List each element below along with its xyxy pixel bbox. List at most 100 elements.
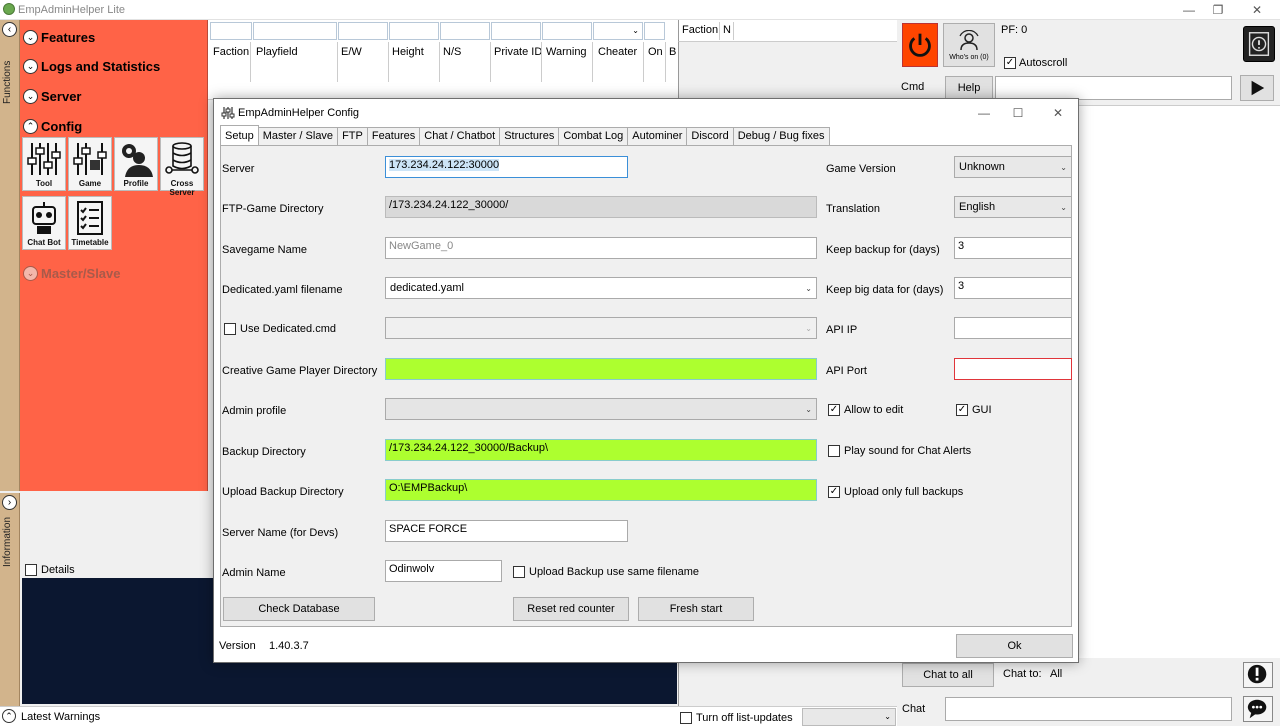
section-features[interactable]: ⌄ Features [23, 27, 95, 47]
section-config[interactable]: ⌃ Config [23, 116, 82, 136]
column-header[interactable]: Warning [546, 46, 587, 58]
tab-master-slave[interactable]: Master / Slave [257, 127, 339, 145]
whos-on-button[interactable]: Who's on (0) [943, 23, 995, 67]
expand-information-icon[interactable]: › [2, 495, 17, 510]
tab-ftp[interactable]: FTP [337, 127, 368, 145]
section-master-slave[interactable]: ⌄ Master/Slave [23, 263, 121, 283]
admin-name-input[interactable]: Odinwolv [385, 560, 502, 582]
dialog-close-button[interactable]: ✕ [1044, 104, 1072, 122]
tab-structures[interactable]: Structures [499, 127, 560, 145]
savegame-input[interactable]: NewGame_0 [385, 237, 817, 259]
functions-tab[interactable]: ‹ Functions [0, 20, 20, 491]
filter-warning-input[interactable] [542, 22, 592, 40]
tab-combat-log[interactable]: Combat Log [558, 127, 629, 145]
minimize-button[interactable]: — [1175, 1, 1203, 19]
column-header[interactable]: E/W [341, 46, 362, 58]
ok-button[interactable]: Ok [956, 634, 1073, 658]
column-header[interactable]: On [648, 46, 663, 58]
game-version-select[interactable]: Unknown ⌄ [954, 156, 1072, 178]
server-input[interactable]: 173.234.24.122:30000 [385, 156, 628, 178]
tab-setup[interactable]: Setup [220, 125, 259, 145]
game-version-label: Game Version [826, 163, 896, 175]
column-header[interactable]: Height [392, 46, 424, 58]
tool-tile[interactable]: Tool [22, 137, 66, 191]
section-logs-statistics[interactable]: ⌄ Logs and Statistics [23, 56, 160, 76]
chevron-up-icon[interactable]: ⌃ [2, 709, 16, 723]
send-command-button[interactable] [1240, 75, 1274, 101]
latest-warnings-label[interactable]: Latest Warnings [21, 711, 100, 723]
column-header[interactable]: N [723, 24, 731, 36]
filter-ew-input[interactable] [338, 22, 388, 40]
chevron-up-icon: ⌃ [23, 118, 38, 134]
fresh-start-button[interactable]: Fresh start [638, 597, 754, 621]
ftp-directory-input[interactable]: /173.234.24.122_30000/ [385, 196, 817, 218]
filter-cheater-select[interactable]: ⌄ [593, 22, 643, 40]
turn-off-updates-checkbox[interactable] [680, 712, 692, 724]
dedicated-cmd-select[interactable]: ⌄ [385, 317, 817, 339]
cross-server-tile[interactable]: Cross Server [160, 137, 204, 197]
filter-privateid-input[interactable] [491, 22, 541, 40]
keep-backup-input[interactable]: 3 [954, 237, 1072, 259]
upload-backup-input[interactable]: O:\EMPBackup\ [385, 479, 817, 501]
power-button[interactable] [902, 23, 938, 67]
tab-autominer[interactable]: Autominer [627, 127, 688, 145]
tab-chat-chatbot[interactable]: Chat / Chatbot [419, 127, 501, 145]
dedicated-yaml-select[interactable]: dedicated.yaml ⌄ [385, 277, 817, 299]
tab-features[interactable]: Features [366, 127, 421, 145]
close-button[interactable]: ✕ [1243, 1, 1271, 19]
dialog-minimize-button[interactable]: — [970, 104, 998, 122]
profile-tile[interactable]: Profile [114, 137, 158, 191]
collapse-functions-icon[interactable]: ‹ [2, 22, 17, 37]
alert-panel-icon [1248, 32, 1270, 56]
allow-edit-checkbox[interactable]: ✓ [828, 404, 840, 416]
api-ip-input[interactable] [954, 317, 1072, 339]
information-tab[interactable]: › Information [0, 493, 20, 706]
translation-select[interactable]: English ⌄ [954, 196, 1072, 218]
chat-bot-tile[interactable]: Chat Bot [22, 196, 66, 250]
column-header[interactable]: Faction [213, 46, 249, 58]
game-tile[interactable]: Game [68, 137, 112, 191]
tab-discord[interactable]: Discord [686, 127, 734, 145]
backup-directory-input[interactable]: /173.234.24.122_30000/Backup\ [385, 439, 817, 461]
check-database-button[interactable]: Check Database [223, 597, 375, 621]
help-button[interactable]: Help [945, 76, 993, 100]
send-chat-button[interactable] [1243, 696, 1273, 722]
play-sound-checkbox[interactable] [828, 445, 840, 457]
use-dedicated-checkbox[interactable] [224, 323, 236, 335]
chat-input[interactable] [945, 697, 1232, 721]
upload-full-backups-checkbox[interactable]: ✓ [828, 486, 840, 498]
filter-on-input[interactable] [644, 22, 665, 40]
timetable-tile[interactable]: Timetable [68, 196, 112, 250]
column-header[interactable]: N/S [443, 46, 461, 58]
restore-button[interactable]: ❐ [1204, 1, 1232, 19]
filter-faction-input[interactable] [210, 22, 252, 40]
command-input[interactable] [995, 76, 1232, 100]
checklist-icon [77, 201, 103, 235]
details-checkbox[interactable] [25, 564, 37, 576]
autoscroll-checkbox[interactable]: ✓ [1004, 57, 1016, 69]
dialog-maximize-button[interactable]: ☐ [1004, 104, 1032, 122]
column-divider [250, 42, 251, 82]
admin-profile-select[interactable]: ⌄ [385, 398, 817, 420]
section-server[interactable]: ⌄ Server [23, 86, 81, 106]
gui-checkbox[interactable]: ✓ [956, 404, 968, 416]
upload-same-filename-checkbox[interactable] [513, 566, 525, 578]
info-panel-button[interactable] [1243, 26, 1275, 62]
filter-ns-input[interactable] [440, 22, 490, 40]
list-update-select[interactable]: ⌄ [802, 708, 896, 726]
column-header[interactable]: Private ID [494, 46, 542, 58]
reset-red-counter-button[interactable]: Reset red counter [513, 597, 629, 621]
server-name-input[interactable]: SPACE FORCE [385, 520, 628, 542]
column-header[interactable]: Playfield [256, 46, 298, 58]
column-header[interactable]: Cheater [598, 46, 637, 58]
column-header[interactable]: Faction [682, 24, 718, 36]
filter-playfield-input[interactable] [253, 22, 337, 40]
creative-directory-input[interactable] [385, 358, 817, 380]
warning-button[interactable] [1243, 662, 1273, 688]
tab-debug[interactable]: Debug / Bug fixes [732, 127, 830, 145]
keep-big-data-input[interactable]: 3 [954, 277, 1072, 299]
api-port-input[interactable] [954, 358, 1072, 380]
filter-height-input[interactable] [389, 22, 439, 40]
chat-to-all-button[interactable]: Chat to all [902, 663, 994, 687]
column-header[interactable]: B [669, 46, 676, 58]
